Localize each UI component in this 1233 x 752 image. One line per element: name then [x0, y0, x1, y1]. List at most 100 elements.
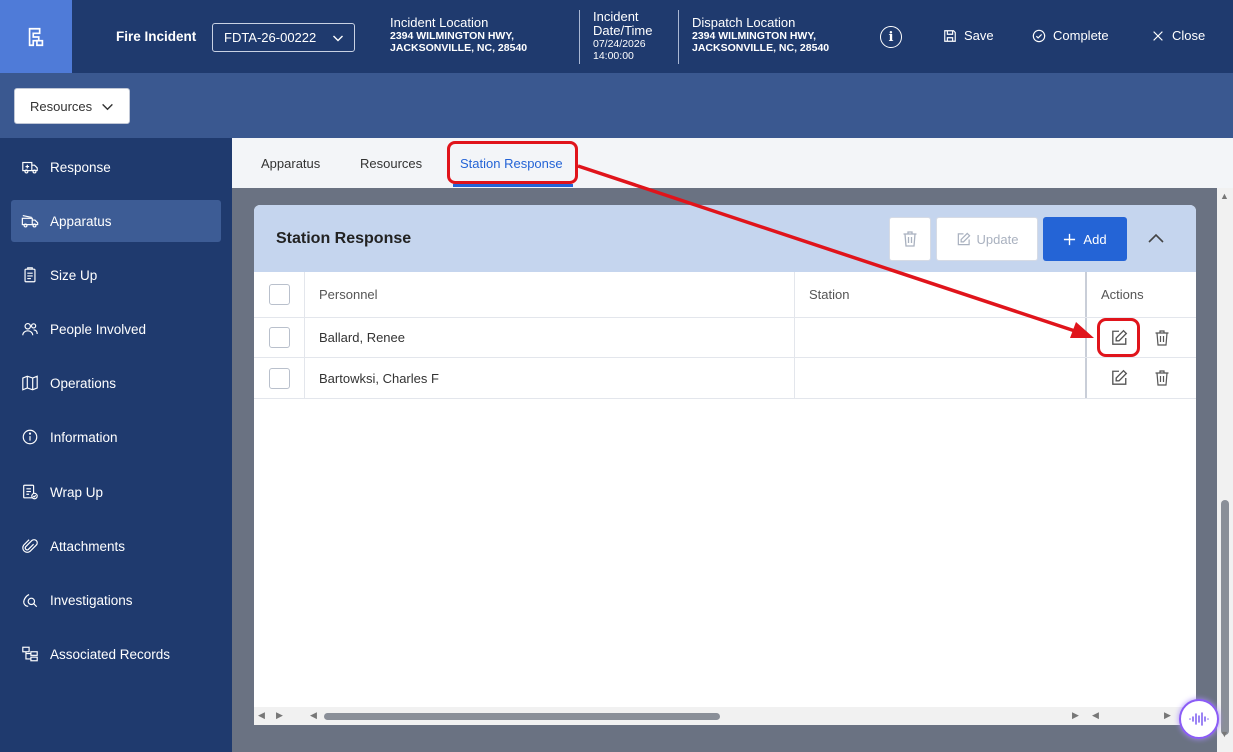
edit-icon: [1112, 369, 1128, 385]
complete-label: Complete: [1053, 28, 1109, 43]
scroll-left-icon[interactable]: ◀: [310, 710, 317, 721]
chevron-up-icon: [1148, 233, 1164, 243]
trash-icon: [903, 231, 917, 247]
check-circle-icon: [1032, 29, 1046, 42]
sidebar-item-label: Investigations: [50, 592, 133, 608]
sub-header: [0, 73, 1233, 138]
sidebar-item-response[interactable]: Response: [11, 146, 221, 188]
add-button[interactable]: Add: [1043, 217, 1127, 261]
scroll-right-icon[interactable]: ▶: [1164, 710, 1171, 721]
audio-wave-icon: [1189, 712, 1209, 726]
chevron-down-icon: [333, 35, 343, 42]
sidebar-item-wrap-up[interactable]: Wrap Up: [11, 471, 221, 513]
station-response-panel: Station Response Update Add Personnel St…: [254, 205, 1196, 725]
dispatch-location-title: Dispatch Location: [692, 15, 796, 30]
header-divider: [678, 10, 679, 64]
personnel-cell: Ballard, Renee: [319, 330, 405, 345]
scroll-left-icon[interactable]: ◀: [258, 710, 265, 721]
horizontal-scroll-thumb[interactable]: [324, 713, 720, 720]
complete-button[interactable]: Complete: [1032, 28, 1109, 43]
delete-row-button[interactable]: [1152, 368, 1172, 388]
dispatch-location: Dispatch Location 2394 WILMINGTON HWY, J…: [692, 15, 829, 55]
app-logo[interactable]: [0, 0, 72, 73]
column-header-station[interactable]: Station: [809, 272, 849, 317]
select-all-checkbox[interactable]: [269, 284, 290, 305]
dispatch-location-line1: 2394 WILMINGTON HWY,: [692, 30, 817, 42]
close-label: Close: [1172, 28, 1206, 43]
info-icon[interactable]: i: [880, 26, 902, 48]
sidebar-item-people-involved[interactable]: People Involved: [11, 308, 221, 350]
sidebar-item-investigations[interactable]: Investigations: [11, 579, 221, 621]
plus-icon: [1064, 233, 1076, 245]
edit-row-button[interactable]: [1109, 368, 1129, 388]
vertical-scrollbar[interactable]: ▲ ▼: [1217, 188, 1233, 752]
row-checkbox[interactable]: [269, 327, 290, 348]
sidebar-item-associated-records[interactable]: Associated Records: [11, 633, 221, 675]
incident-time: 14:00:00: [593, 50, 634, 62]
incident-datetime: Incident Date/Time 07/24/2026 14:00:00: [593, 10, 652, 63]
column-header-actions: Actions: [1101, 287, 1144, 302]
sidebar-item-information[interactable]: Information: [11, 416, 221, 458]
row-select-cell: [269, 358, 290, 398]
clipboard-icon: [24, 267, 36, 283]
update-button[interactable]: Update: [936, 217, 1038, 261]
sidebar-item-label: Associated Records: [50, 646, 171, 662]
trash-icon: [1155, 370, 1169, 386]
tab-apparatus[interactable]: Apparatus: [261, 156, 320, 171]
sidebar-item-size-up[interactable]: Size Up: [11, 254, 221, 296]
sidebar-item-label: Information: [50, 429, 118, 445]
incident-location-title: Incident Location: [390, 15, 489, 30]
hierarchy-icon: [22, 646, 38, 662]
annotation-highlight-tab: [447, 141, 578, 184]
sidebar: Response Apparatus Size Up People Involv…: [0, 138, 232, 752]
checklist-icon: [23, 484, 38, 500]
table-row[interactable]: Ballard, Renee: [254, 318, 1196, 358]
row-select-cell: [269, 318, 290, 357]
scroll-up-icon[interactable]: ▲: [1220, 191, 1229, 201]
column-header-personnel[interactable]: Personnel: [319, 272, 378, 317]
grid-header-row: Personnel Station Actions: [254, 272, 1196, 318]
sidebar-item-label: People Involved: [50, 321, 147, 337]
sidebar-item-apparatus[interactable]: Apparatus: [11, 200, 221, 242]
fire-truck-icon: [21, 215, 39, 228]
tab-bar: Apparatus Resources Station Response: [232, 138, 1233, 188]
scroll-down-icon[interactable]: ▼: [1220, 729, 1229, 739]
collapse-panel-button[interactable]: [1143, 227, 1169, 251]
trash-icon: [1155, 329, 1169, 346]
bulk-delete-button[interactable]: [889, 217, 931, 261]
column-divider: [1085, 272, 1087, 317]
column-divider: [794, 318, 795, 357]
delete-row-button[interactable]: [1152, 328, 1172, 348]
column-divider: [794, 358, 795, 398]
save-button[interactable]: Save: [943, 28, 994, 43]
sidebar-item-operations[interactable]: Operations: [11, 362, 221, 404]
column-divider: [304, 318, 305, 357]
vertical-scroll-thumb[interactable]: [1221, 500, 1229, 735]
save-label: Save: [964, 28, 994, 43]
tab-resources[interactable]: Resources: [360, 156, 422, 171]
horizontal-scrollbar[interactable]: ◀ ▶ ◀ ▶ ◀ ▶: [254, 707, 1196, 725]
scroll-right-icon[interactable]: ▶: [1072, 710, 1079, 721]
incident-type-label: Fire Incident: [116, 29, 197, 44]
incident-id-select[interactable]: FDTA-26-00222: [212, 23, 355, 52]
voice-assistant-button[interactable]: [1179, 699, 1219, 739]
section-dropdown[interactable]: Resources: [14, 88, 130, 124]
section-dropdown-value: Resources: [30, 98, 93, 114]
column-divider: [1085, 358, 1087, 398]
scroll-right-icon[interactable]: ▶: [276, 710, 283, 721]
row-checkbox[interactable]: [269, 367, 290, 389]
scroll-left-icon[interactable]: ◀: [1092, 710, 1099, 721]
column-divider: [794, 272, 795, 317]
close-button[interactable]: Close: [1151, 28, 1205, 43]
app-logo-icon: [28, 27, 44, 46]
update-label: Update: [976, 231, 1019, 247]
table-row[interactable]: Bartowksi, Charles F: [254, 358, 1196, 399]
ambulance-icon: [22, 161, 38, 174]
column-divider: [1085, 318, 1087, 357]
annotation-highlight-edit: [1097, 318, 1140, 357]
panel-header: Station Response Update Add: [254, 205, 1196, 272]
magnify-icon: [23, 594, 38, 608]
column-divider: [304, 358, 305, 398]
incident-location-line2: JACKSONVILLE, NC, 28540: [390, 42, 528, 54]
sidebar-item-attachments[interactable]: Attachments: [11, 525, 221, 567]
